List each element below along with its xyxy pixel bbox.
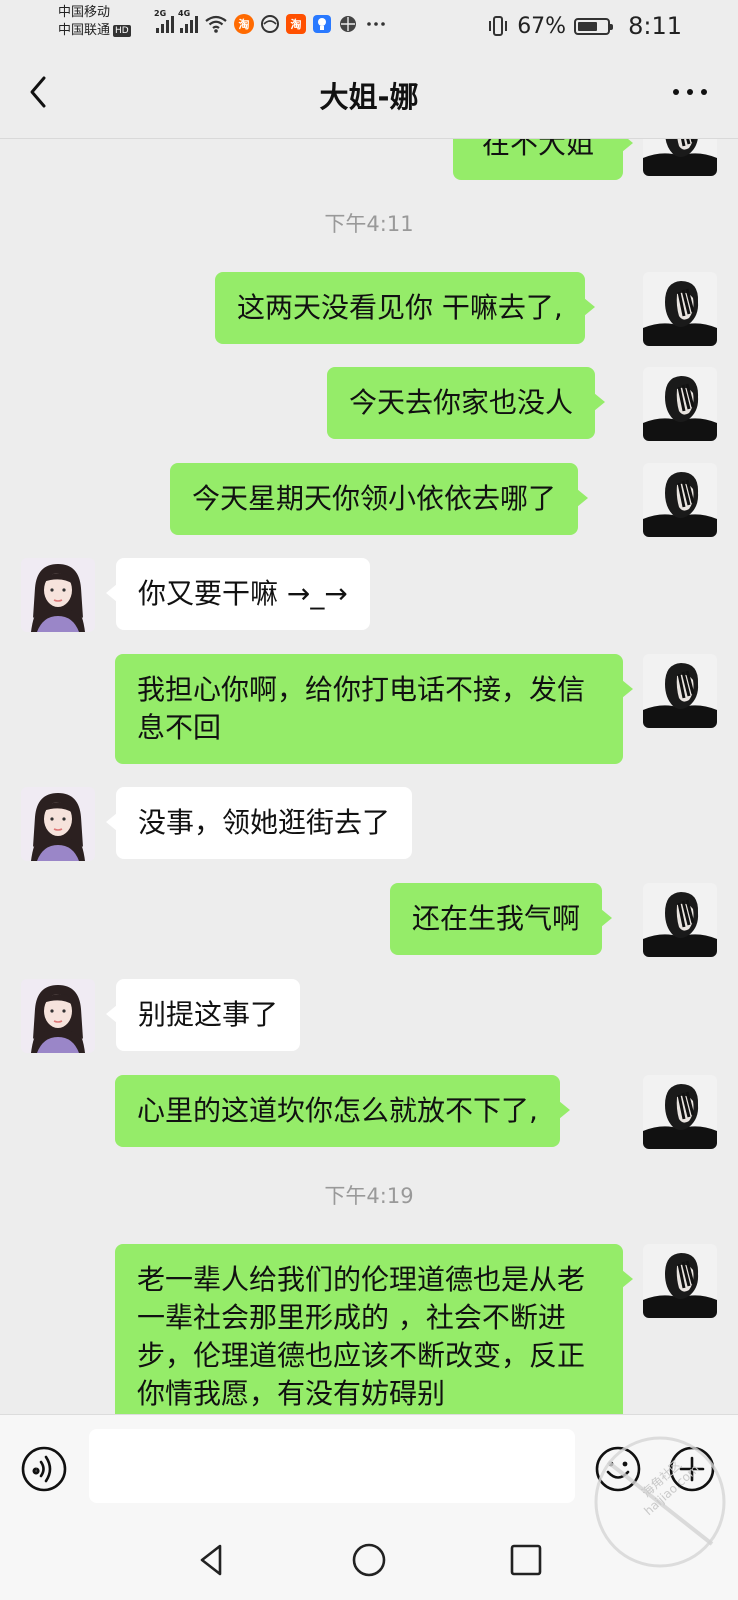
- my-avatar[interactable]: [643, 1244, 717, 1318]
- my-avatar[interactable]: [643, 463, 717, 537]
- message-bubble-received[interactable]: 别提这事了: [105, 979, 301, 1051]
- browser-app-icon: [261, 15, 279, 33]
- taobao-app-icon: 淘: [234, 14, 254, 34]
- message-bubble-sent[interactable]: 今天星期天你领小依依去哪了: [170, 463, 589, 535]
- voice-icon[interactable]: [20, 1445, 68, 1493]
- carrier-1-label: 中国移动: [58, 5, 111, 20]
- plus-icon[interactable]: [668, 1445, 716, 1493]
- more-notifications-icon: [367, 22, 385, 26]
- my-avatar[interactable]: [643, 367, 717, 441]
- triangle-back-icon[interactable]: [190, 1538, 234, 1582]
- square-recents-icon[interactable]: [504, 1538, 548, 1582]
- clock: 8:11: [628, 12, 682, 40]
- chat-title: 大姐-娜: [319, 80, 419, 114]
- signal-2g-icon: 2G: [154, 9, 174, 33]
- my-avatar[interactable]: [643, 272, 717, 346]
- message-bubble-sent[interactable]: 在不大姐: [453, 138, 633, 180]
- circle-home-icon[interactable]: [347, 1538, 391, 1582]
- message-bubble-sent[interactable]: 今天去你家也没人: [327, 367, 606, 439]
- my-avatar[interactable]: [643, 138, 717, 176]
- vibrate-icon: [489, 16, 508, 36]
- message-bubble-sent[interactable]: 心里的这道坎你怎么就放不下了,: [115, 1075, 570, 1147]
- contact-avatar[interactable]: [21, 979, 95, 1053]
- ball-app-icon: [340, 16, 356, 32]
- message-bubble-sent[interactable]: 我担心你啊，给你打电话不接，发信息不回: [115, 654, 633, 764]
- system-nav-bar: [0, 1522, 738, 1600]
- my-avatar[interactable]: [643, 654, 717, 728]
- chat-header: 大姐-娜: [0, 46, 738, 139]
- emoji-icon[interactable]: [594, 1445, 642, 1493]
- carrier-info: 中国移动 中国联通 HD: [58, 4, 131, 40]
- contact-avatar[interactable]: [21, 787, 95, 861]
- message-bubble-sent[interactable]: 还在生我气啊: [390, 883, 613, 955]
- my-avatar[interactable]: [643, 883, 717, 957]
- carrier-2-label: 中国联通: [58, 23, 111, 38]
- network-icons: 2G 4G 淘 淘: [154, 9, 388, 36]
- message-list[interactable]: 在不大姐 下午4:11 这两天没看见你 干嘛去了, 今天去你家也没人 今天星期天…: [0, 138, 738, 1414]
- wifi-icon: [205, 15, 227, 33]
- battery-percent: 67%: [517, 13, 567, 39]
- timestamp-separator: 下午4:11: [324, 212, 414, 236]
- more-dots-icon[interactable]: [670, 82, 710, 102]
- message-bubble-sent[interactable]: 老一辈人给我们的伦理道德也是从老一辈社会那里形成的 ，社会不断进步，伦理道德也应…: [115, 1244, 633, 1414]
- hd-badge: HD: [113, 24, 131, 37]
- timestamp-separator: 下午4:19: [324, 1184, 414, 1208]
- chat-screen: 中国移动 中国联通 HD 2G 4G 淘 淘 67% 8:11 大姐-娜 在不大…: [0, 0, 738, 1600]
- signal-4g-label: 4G: [178, 9, 191, 18]
- bulb-app-icon: [313, 15, 331, 33]
- status-bar: 中国移动 中国联通 HD 2G 4G 淘 淘 67% 8:11: [0, 0, 738, 46]
- input-bar: [0, 1414, 738, 1523]
- message-bubble-sent[interactable]: 这两天没看见你 干嘛去了,: [215, 272, 595, 344]
- message-input[interactable]: [89, 1429, 575, 1503]
- status-right: 67% 8:11: [487, 12, 682, 40]
- message-bubble-received[interactable]: 你又要干嘛 →_→: [106, 558, 370, 630]
- signal-4g-icon: 4G: [178, 9, 198, 33]
- contact-avatar[interactable]: [21, 558, 95, 632]
- battery-icon: [574, 17, 614, 35]
- my-avatar[interactable]: [643, 1075, 717, 1149]
- signal-2g-label: 2G: [154, 9, 167, 18]
- taobao-app-icon-2: 淘: [286, 14, 306, 34]
- message-bubble-received[interactable]: 没事，领她逛街去了: [105, 787, 413, 859]
- battery-fill: [578, 21, 598, 31]
